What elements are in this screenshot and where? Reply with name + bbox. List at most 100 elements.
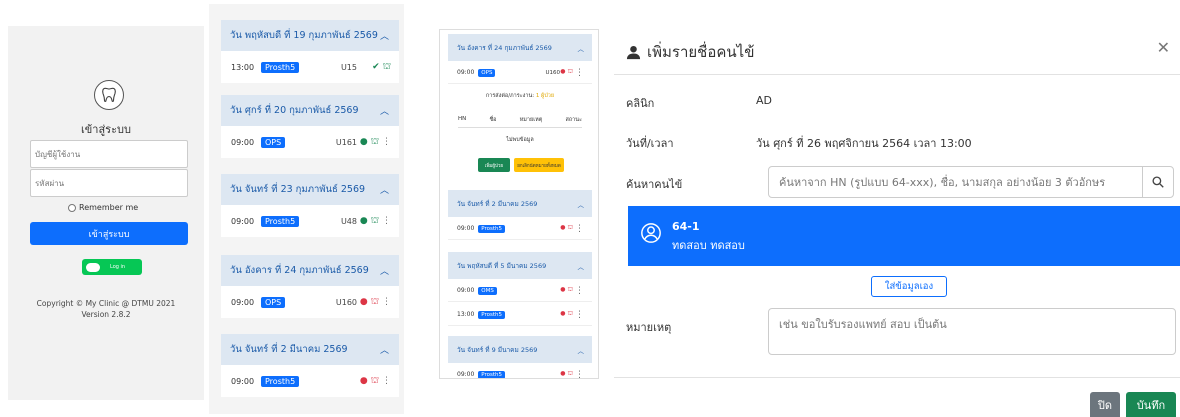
appointment-row[interactable]: 09:00 OPS U160 ● ⛫ ⋮ <box>448 62 592 84</box>
hospital-icon: ⛫ <box>370 215 379 226</box>
more-vertical-icon[interactable]: ⋮ <box>575 224 584 234</box>
login-panel: เข้าสู่ระบบ Remember me เข้าสู่ระบบ Log … <box>8 26 204 400</box>
appointment-date-header[interactable]: วัน จันทร์ ที่ 2 มีนาคม 2569 ︿ <box>221 334 399 365</box>
hospital-icon: ⛫ <box>567 223 573 231</box>
chevron-up-icon[interactable]: ︿ <box>578 345 585 355</box>
remember-radio[interactable] <box>68 203 76 212</box>
chevron-up-icon[interactable]: ︿ <box>380 264 389 277</box>
appointment-date: วัน จันทร์ ที่ 2 มีนาคม 2569 <box>230 344 348 355</box>
appointment-card[interactable]: วัน ศุกร์ ที่ 20 กุมภาพันธ์ 2569 ︿ 09:00 … <box>221 95 399 158</box>
chevron-up-icon[interactable]: ︿ <box>380 104 389 117</box>
appointment-row[interactable]: 13:00 Prosth5 ● ⛫ ⋮ <box>448 304 592 326</box>
chevron-up-icon[interactable]: ︿ <box>578 261 585 271</box>
appointment-date-header[interactable]: วัน จันทร์ ที่ 2 มีนาคม 2569 ︿ <box>448 190 592 217</box>
hospital-icon: ⛫ <box>567 309 573 317</box>
remember-me[interactable]: Remember me <box>68 203 138 212</box>
cancel-all-button[interactable]: ยกเลิกนัดหมายทั้งหมด <box>514 158 564 172</box>
appointment-row[interactable]: 09:00 Prosth5 U48 ● ⛫ ⋮ <box>221 205 399 237</box>
appointment-date-header[interactable]: วัน จันทร์ ที่ 23 กุมภาพันธ์ 2569 ︿ <box>221 174 399 205</box>
chevron-up-icon[interactable]: ︿ <box>578 199 585 209</box>
clinic-badge: OPS <box>478 68 496 77</box>
patient-search-input[interactable] <box>768 166 1143 198</box>
clinic-badge: OPS <box>261 296 286 308</box>
more-vertical-icon[interactable]: ⋮ <box>382 216 391 226</box>
add-patient-button[interactable]: เพิ่มผู้ป่วย <box>478 158 510 172</box>
check-icon: ✔ <box>372 62 380 72</box>
clinic-badge: Prosth5 <box>478 370 506 378</box>
col-status: สถานะ <box>565 117 583 123</box>
appointment-time: 09:00 <box>457 225 475 232</box>
appointment-row[interactable]: 09:00 Prosth5 ● ⛫ ⋮ <box>448 364 592 379</box>
appointment-time: 13:00 <box>231 62 255 72</box>
line-login-button[interactable]: Log in <box>82 259 142 275</box>
appointment-row[interactable]: 13:00 Prosth5 U15 ✔ ⛫ <box>221 51 399 83</box>
room-code: U161 <box>335 137 357 147</box>
more-vertical-icon[interactable]: ⋮ <box>575 68 584 78</box>
person-icon: ● <box>359 376 368 386</box>
appointment-card[interactable]: วัน พฤหัสบดี ที่ 19 กุมภาพันธ์ 2569 ︿ 13:… <box>221 20 399 83</box>
room-code: U160 <box>335 297 357 307</box>
patient-result-item[interactable]: 64-1 ทดสอบ ทดสอบ <box>628 206 1180 266</box>
clinic-badge: Prosth5 <box>261 375 300 387</box>
chevron-up-icon[interactable]: ︿ <box>380 343 389 356</box>
note-label: หมายเหตุ <box>626 321 672 334</box>
appointment-date-header[interactable]: วัน พฤหัสบดี ที่ 19 กุมภาพันธ์ 2569 ︿ <box>221 20 399 51</box>
appointment-time: 09:00 <box>231 137 255 147</box>
modal-footer-divider <box>614 377 1180 378</box>
appointment-date-header[interactable]: วัน ศุกร์ ที่ 20 กุมภาพันธ์ 2569 ︿ <box>221 95 399 126</box>
line-icon <box>86 262 100 272</box>
search-label: ค้นหาคนไข้ <box>626 178 683 191</box>
save-button[interactable]: บันทึก <box>1126 392 1176 417</box>
no-data-text: ไม่พบข้อมูล <box>506 137 534 143</box>
person-icon: ● <box>560 285 566 293</box>
clinic-badge: Prosth5 <box>261 61 300 73</box>
appointment-date-header[interactable]: วัน อังคาร ที่ 24 กุมภาพันธ์ 2569 ︿ <box>221 255 399 286</box>
clinic-label: คลินิก <box>626 97 655 110</box>
manual-entry-button[interactable]: ใส่ข้อมูลเอง <box>871 276 947 297</box>
more-vertical-icon[interactable]: ⋮ <box>382 376 391 386</box>
search-button[interactable] <box>1142 166 1174 198</box>
person-icon: ● <box>359 137 368 147</box>
close-icon[interactable]: ✕ <box>1157 38 1170 57</box>
appointment-row[interactable]: 09:00 OPS U161 ● ⛫ ⋮ <box>221 126 399 158</box>
close-button[interactable]: ปิด <box>1090 392 1120 417</box>
person-icon: ● <box>560 309 566 317</box>
more-vertical-icon[interactable]: ⋮ <box>382 297 391 307</box>
more-vertical-icon[interactable]: ⋮ <box>575 286 584 296</box>
appointment-date: วัน ศุกร์ ที่ 20 กุมภาพันธ์ 2569 <box>230 105 359 116</box>
person-icon: ● <box>359 297 368 307</box>
appointment-card[interactable]: วัน อังคาร ที่ 24 กุมภาพันธ์ 2569 ︿ 09:00… <box>221 255 399 318</box>
chevron-up-icon[interactable]: ︿ <box>578 43 585 53</box>
chevron-up-icon[interactable]: ︿ <box>380 29 389 42</box>
appointment-time: 13:00 <box>457 311 475 318</box>
appointment-date-header[interactable]: วัน จันทร์ ที่ 9 มีนาคม 2569 ︿ <box>448 336 592 363</box>
username-input[interactable] <box>30 140 188 168</box>
patient-hn: 64-1 <box>672 220 700 233</box>
appointment-row[interactable]: 09:00 OMS ● ⛫ ⋮ <box>448 280 592 302</box>
more-vertical-icon[interactable]: ⋮ <box>575 370 584 379</box>
person-icon: ● <box>560 369 566 377</box>
appointment-time: 09:00 <box>457 371 475 378</box>
clinic-value: AD <box>756 94 772 107</box>
more-vertical-icon[interactable]: ⋮ <box>382 137 391 147</box>
appointment-date-header[interactable]: วัน พฤหัสบดี ที่ 5 มีนาคม 2569 ︿ <box>448 252 592 279</box>
version-text: Version 2.8.2 <box>81 310 131 319</box>
appointment-card[interactable]: วัน จันทร์ ที่ 2 มีนาคม 2569 ︿ 09:00 Pros… <box>221 334 399 397</box>
hospital-icon: ⛫ <box>382 61 391 72</box>
password-input[interactable] <box>30 169 188 197</box>
appointment-row[interactable]: 09:00 Prosth5 ● ⛫ ⋮ <box>448 218 592 240</box>
person-icon <box>626 45 641 59</box>
mini-table-header: HN ชื่อ หมายเหตุ สถานะ <box>458 116 582 128</box>
col-note: หมายเหตุ <box>519 117 543 123</box>
appointment-row[interactable]: 09:00 Prosth5 ● ⛫ ⋮ <box>221 365 399 397</box>
appointment-time: 09:00 <box>231 297 255 307</box>
modal-header-divider <box>614 74 1180 75</box>
login-button[interactable]: เข้าสู่ระบบ <box>30 222 188 245</box>
more-vertical-icon[interactable]: ⋮ <box>575 310 584 320</box>
appointment-card[interactable]: วัน จันทร์ ที่ 23 กุมภาพันธ์ 2569 ︿ 09:00… <box>221 174 399 237</box>
note-textarea[interactable] <box>768 308 1176 355</box>
appointment-date-header[interactable]: วัน อังคาร ที่ 24 กุมภาพันธ์ 2569 ︿ <box>448 34 592 61</box>
appointment-row[interactable]: 09:00 OPS U160 ● ⛫ ⋮ <box>221 286 399 318</box>
chevron-up-icon[interactable]: ︿ <box>380 183 389 196</box>
modal-title-text: เพิ่มรายชื่อคนไข้ <box>647 43 755 61</box>
